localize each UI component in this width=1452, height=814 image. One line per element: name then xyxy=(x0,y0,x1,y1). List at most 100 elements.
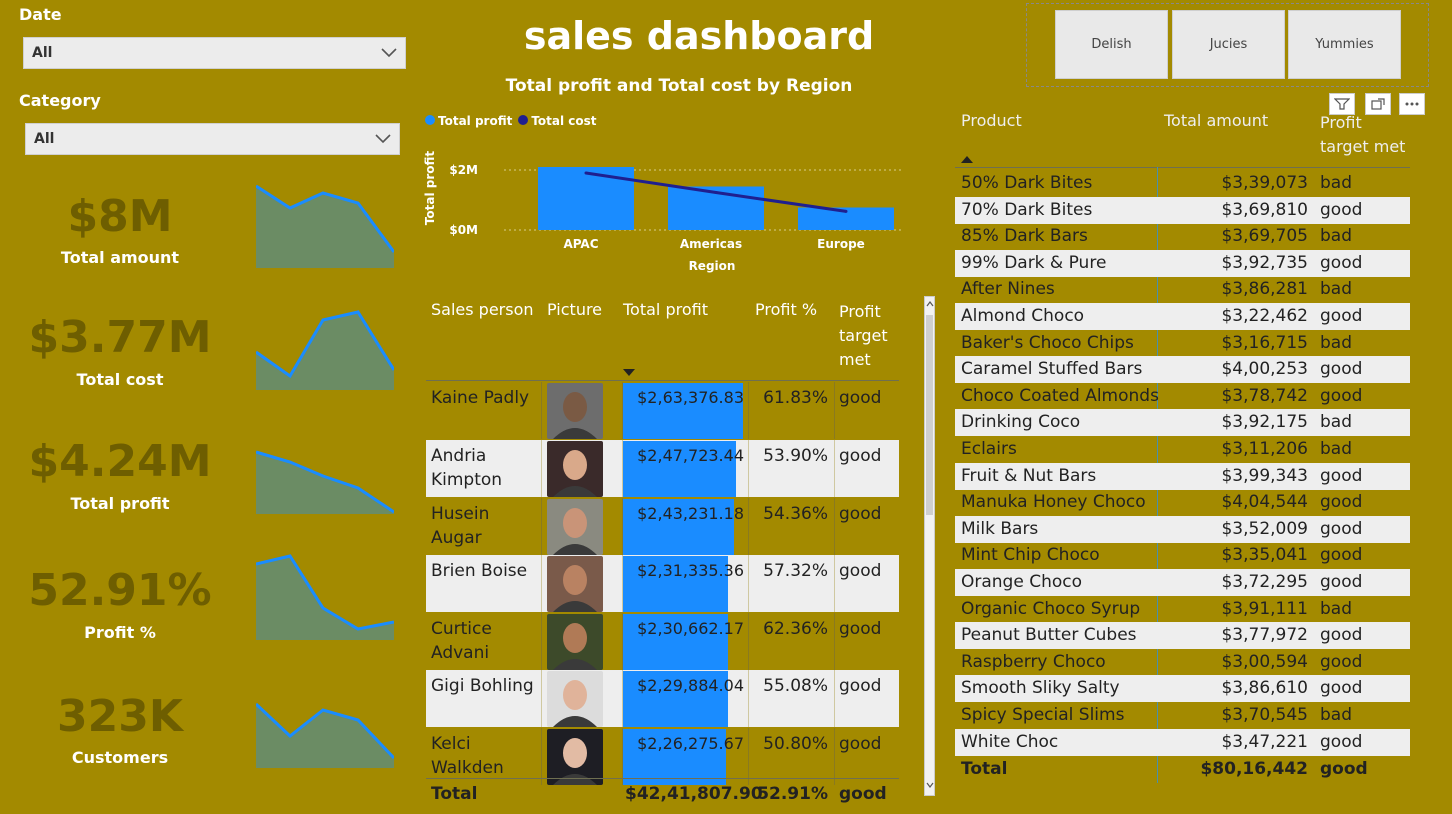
product-row[interactable]: Manuka Honey Choco $4,04,544 good xyxy=(955,489,1410,516)
product-name: Eclairs xyxy=(961,439,1017,459)
product-row[interactable]: Orange Choco $3,72,295 good xyxy=(955,569,1410,596)
product-target-met: bad xyxy=(1320,439,1352,459)
product-total-amount: $3,99,343 xyxy=(1221,466,1308,486)
kpi-profit-pct-value: 52.91% xyxy=(28,565,212,616)
product-total-amount: $3,11,206 xyxy=(1221,439,1308,459)
product-name: Almond Choco xyxy=(961,306,1085,326)
profit-pct-value: 62.36% xyxy=(763,619,828,639)
sort-asc-icon[interactable] xyxy=(961,156,973,164)
column-separator xyxy=(834,498,835,555)
col-header-total-profit[interactable]: Total profit xyxy=(623,300,708,319)
chevron-down-icon[interactable] xyxy=(926,781,934,789)
product-target-met: good xyxy=(1320,545,1363,565)
product-row[interactable]: Almond Choco $3,22,462 good xyxy=(955,303,1410,330)
expand-icon xyxy=(1371,98,1385,110)
table-row[interactable]: Andria Kimpton $2,47,723.44 53.90% good xyxy=(426,440,899,497)
sparkline-customers xyxy=(256,702,394,768)
region-chart: $2M $0M Total profit APAC Americas Europe Regi… xyxy=(423,151,904,273)
table-row[interactable]: Curtice Advani $2,30,662.17 62.36% good xyxy=(426,613,899,670)
product-row[interactable]: Caramel Stuffed Bars $4,00,253 good xyxy=(955,356,1410,383)
col-header-profit-target-met[interactable]: Profit target met xyxy=(839,300,899,372)
product-row[interactable]: 50% Dark Bites $3,39,073 bad xyxy=(955,170,1410,197)
product-row[interactable]: Eclairs $3,11,206 bad xyxy=(955,436,1410,463)
date-dropdown-value: All xyxy=(32,45,53,61)
point-total-cost[interactable] xyxy=(584,171,588,175)
product-row[interactable]: Milk Bars $3,52,009 good xyxy=(955,516,1410,543)
column-separator xyxy=(834,670,835,727)
product-row[interactable]: Drinking Coco $3,92,175 bad xyxy=(955,409,1410,436)
product-target-met: good xyxy=(1320,359,1363,379)
col-header-sales-person[interactable]: Sales person xyxy=(431,300,534,319)
product-total-amount: $3,00,594 xyxy=(1221,652,1308,672)
product-row[interactable]: Peanut Butter Cubes $3,77,972 good xyxy=(955,622,1410,649)
product-total-amount: $3,69,705 xyxy=(1221,226,1308,246)
table-row[interactable]: Gigi Bohling $2,29,884.04 55.08% good xyxy=(426,670,899,727)
avatar xyxy=(547,556,603,612)
sales-person-name: Husein Augar xyxy=(431,504,490,548)
profit-pct-value: 55.08% xyxy=(763,676,828,696)
sales-total-label: Total xyxy=(431,784,478,804)
legend-item-total-profit[interactable]: Total profit xyxy=(425,114,512,128)
table-row[interactable]: Brien Boise $2,31,335.36 57.32% good xyxy=(426,555,899,612)
product-total-amount: $4,00,253 xyxy=(1221,359,1308,379)
product-row[interactable]: 85% Dark Bars $3,69,705 bad xyxy=(955,223,1410,250)
sales-person-name: Brien Boise xyxy=(431,561,528,581)
product-row[interactable]: Smooth Sliky Salty $3,86,610 good xyxy=(955,675,1410,702)
kpi-total-amount-value: $8M xyxy=(67,191,173,242)
y-tick-label: $2M xyxy=(449,163,478,177)
product-row[interactable]: Mint Chip Choco $3,35,041 good xyxy=(955,542,1410,569)
table-row[interactable]: Kaine Padly $2,63,376.83 61.83% good xyxy=(426,382,899,439)
sort-desc-icon[interactable] xyxy=(623,369,635,377)
product-row[interactable]: Fruit & Nut Bars $3,99,343 good xyxy=(955,463,1410,490)
product-row[interactable]: Choco Coated Almonds $3,78,742 good xyxy=(955,383,1410,410)
product-target-met: bad xyxy=(1320,599,1352,619)
table-row[interactable]: Husein Augar $2,43,231.18 54.36% good xyxy=(426,498,899,555)
product-row[interactable]: Baker's Choco Chips $3,16,715 bad xyxy=(955,330,1410,357)
col-header-product-target-met[interactable]: Profit target met xyxy=(1320,111,1410,159)
col-header-picture[interactable]: Picture xyxy=(547,300,602,319)
total-profit-value: $2,63,376.83 xyxy=(637,388,744,407)
table-row[interactable]: Kelci Walkden $2,26,275.67 50.80% good xyxy=(426,728,899,785)
brand-button-delish[interactable]: Delish xyxy=(1055,10,1168,79)
product-name: Baker's Choco Chips xyxy=(961,333,1134,353)
col-header-total-amount[interactable]: Total amount xyxy=(1164,111,1268,130)
date-dropdown[interactable]: All xyxy=(23,37,406,69)
product-row[interactable]: 99% Dark & Pure $3,92,735 good xyxy=(955,250,1410,277)
kpi-customers-value: 323K xyxy=(57,691,183,742)
legend-item-total-cost[interactable]: Total cost xyxy=(518,114,597,128)
product-row[interactable]: Organic Choco Syrup $3,91,111 bad xyxy=(955,596,1410,623)
category-dropdown[interactable]: All xyxy=(25,123,400,155)
col-header-product[interactable]: Product xyxy=(961,111,1022,130)
product-row[interactable]: White Choc $3,47,221 good xyxy=(955,729,1410,756)
column-separator xyxy=(541,728,542,785)
product-target-met: bad xyxy=(1320,705,1352,725)
product-row[interactable]: After Nines $3,86,281 bad xyxy=(955,276,1410,303)
chevron-up-icon[interactable] xyxy=(926,300,934,308)
column-separator xyxy=(541,498,542,555)
bar-total-profit[interactable] xyxy=(538,167,634,230)
brand-button-yummies[interactable]: Yummies xyxy=(1288,10,1401,79)
product-row[interactable]: 70% Dark Bites $3,69,810 good xyxy=(955,197,1410,224)
sparkline-total-amount xyxy=(256,184,394,268)
product-row[interactable]: Spicy Special Slims $3,70,545 bad xyxy=(955,702,1410,729)
column-separator xyxy=(834,440,835,497)
col-header-profit-pct[interactable]: Profit % xyxy=(755,300,817,319)
product-row[interactable]: Raspberry Choco $3,00,594 good xyxy=(955,649,1410,676)
profit-target-met-value: good xyxy=(839,504,882,524)
brand-button-jucies[interactable]: Jucies xyxy=(1172,10,1285,79)
product-name: 50% Dark Bites xyxy=(961,173,1093,193)
product-target-met: bad xyxy=(1320,333,1352,353)
product-name: Caramel Stuffed Bars xyxy=(961,359,1143,379)
column-separator xyxy=(834,728,835,785)
sales-person-name: Andria Kimpton xyxy=(431,446,503,490)
column-separator xyxy=(622,498,623,555)
product-name: Raspberry Choco xyxy=(961,652,1106,672)
product-total-amount: $3,35,041 xyxy=(1221,545,1308,565)
product-name: 70% Dark Bites xyxy=(961,200,1093,220)
point-total-cost[interactable] xyxy=(714,191,718,194)
point-total-cost[interactable] xyxy=(844,209,848,213)
product-name: Mint Chip Choco xyxy=(961,545,1100,565)
product-total-amount: $3,39,073 xyxy=(1221,173,1308,193)
scroll-thumb[interactable] xyxy=(926,315,933,515)
sales-table-scrollbar[interactable] xyxy=(924,296,935,796)
